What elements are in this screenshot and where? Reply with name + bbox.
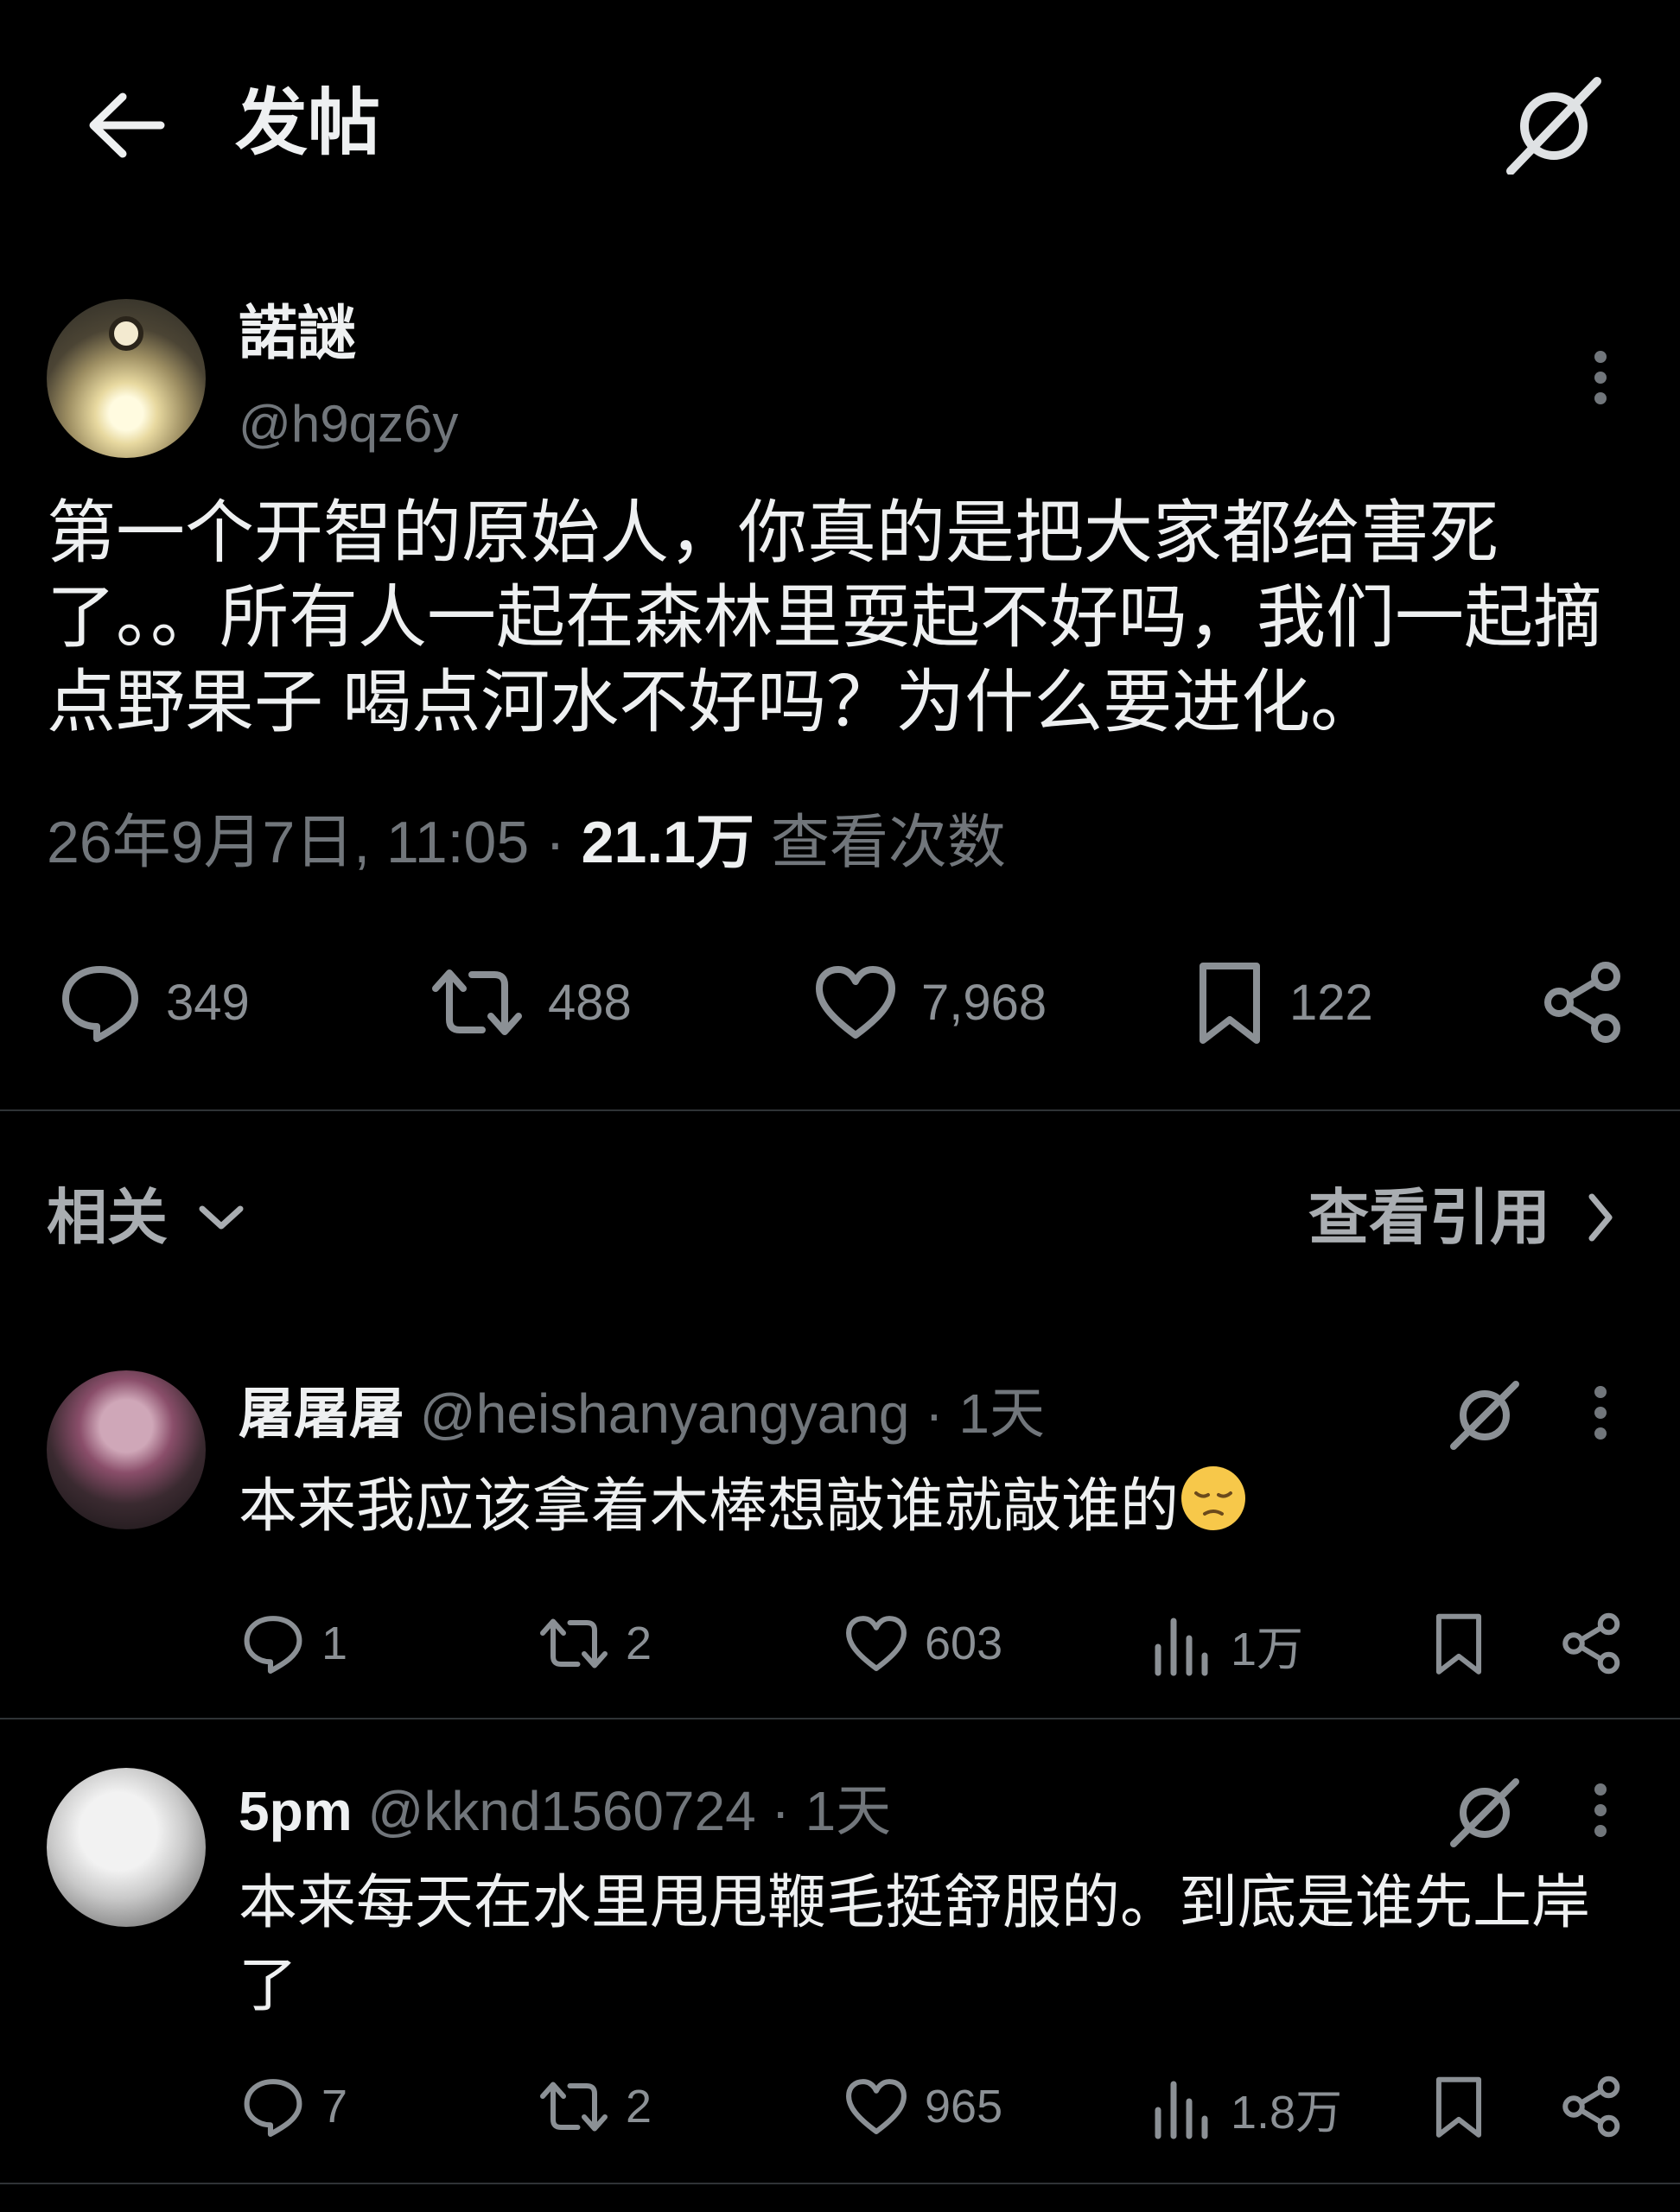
reply-header: 5pm @kknd1560724 · 1天 [239, 1777, 891, 1846]
analytics-icon [1155, 1618, 1208, 1675]
divider [0, 1109, 1680, 1111]
repost-count: 2 [626, 2081, 652, 2133]
related-label: 相关 [47, 1184, 168, 1251]
view-quotes-link[interactable]: 查看引用 [1308, 1179, 1616, 1256]
post-meta: 26年9月7日, 11:05 · 21.1万 查看次数 [47, 804, 1006, 881]
chevron-down-icon [199, 1205, 244, 1230]
heart-icon [846, 1616, 907, 1671]
reply-button[interactable]: 7 [240, 2074, 347, 2139]
reply-count: 7 [321, 2081, 348, 2133]
share-icon [1562, 1612, 1620, 1675]
grok-icon[interactable] [1504, 74, 1604, 175]
heart-icon [816, 966, 895, 1039]
repost-icon [540, 1618, 608, 1669]
analytics-icon [1155, 2081, 1208, 2139]
like-count: 965 [925, 2081, 1003, 2133]
reply-button[interactable]: 349 [57, 959, 250, 1046]
like-button[interactable]: 7,968 [812, 959, 1047, 1046]
reply-text-content: 本来我应该拿着木棒想敲谁就敲谁的 [239, 1473, 1180, 1539]
reply-icon [62, 966, 138, 1042]
author-handle[interactable]: @h9qz6y [239, 394, 458, 454]
bookmark-icon [1435, 1613, 1482, 1675]
like-count: 7,968 [921, 974, 1047, 1031]
view-count[interactable]: 21.1万 [582, 810, 754, 875]
divider [0, 1718, 1680, 1719]
reply-handle[interactable]: @heishanyangyang [420, 1382, 910, 1445]
reply-dot: · [771, 1780, 790, 1842]
more-options-icon[interactable] [1590, 1384, 1611, 1441]
more-options-icon[interactable] [1590, 1782, 1611, 1839]
author-display-name[interactable]: 諾謎 [239, 299, 356, 368]
heart-icon [846, 2079, 907, 2134]
more-options-icon[interactable] [1590, 349, 1611, 406]
avatar[interactable] [47, 1768, 206, 1927]
like-button[interactable]: 603 [843, 1611, 1002, 1676]
post-date: 26年9月7日, 11:05 [47, 810, 530, 875]
reply-time[interactable]: 1天 [958, 1382, 1045, 1445]
repost-icon [432, 969, 522, 1035]
view-quotes-label: 查看引用 [1308, 1184, 1550, 1251]
grok-icon[interactable] [1448, 1377, 1521, 1450]
reply-time[interactable]: 1天 [805, 1780, 892, 1842]
reply-header: 屠屠屠 @heishanyangyang · 1天 [239, 1379, 1045, 1448]
reply-count: 1 [321, 1618, 348, 1669]
views-button[interactable]: 1.8万 [1149, 2074, 1342, 2142]
repost-count: 2 [626, 1618, 652, 1669]
reply-text: 本来我应该拿着木棒想敲谁就敲谁的 [239, 1464, 1621, 1548]
bookmark-icon [1200, 963, 1260, 1044]
post-text: 第一个开智的原始人，你真的是把大家都给害死了。。所有人一起在森林里耍起不好吗，我… [47, 494, 1602, 741]
view-count-label: 查看次数 [770, 810, 1006, 875]
page-title: 发帖 [235, 82, 381, 163]
reply-button[interactable]: 1 [240, 1611, 347, 1676]
avatar[interactable] [47, 1370, 206, 1529]
share-button[interactable] [1561, 2074, 1623, 2139]
avatar[interactable] [47, 299, 206, 458]
repost-button[interactable]: 488 [429, 959, 632, 1046]
reply-dot: · [925, 1382, 944, 1445]
view-count: 1万 [1231, 1624, 1304, 1675]
pensive-face-icon [1181, 1466, 1246, 1530]
repost-count: 488 [548, 974, 632, 1031]
reply-text: 本来每天在水里甩甩鞭毛挺舒服的。到底是谁先上岸了 [239, 1870, 1591, 2018]
share-icon [1562, 2075, 1620, 2138]
bookmark-icon [1435, 2076, 1482, 2138]
view-count: 1.8万 [1231, 2087, 1343, 2139]
bookmark-button[interactable]: 122 [1193, 959, 1373, 1046]
reply-count: 349 [166, 974, 250, 1031]
bookmark-count: 122 [1289, 974, 1373, 1031]
reply-display-name[interactable]: 5pm [239, 1780, 353, 1842]
repost-icon [540, 2082, 608, 2132]
views-button[interactable]: 1万 [1149, 1611, 1303, 1679]
related-dropdown[interactable]: 相关 [47, 1179, 245, 1256]
like-count: 603 [925, 1618, 1003, 1669]
share-button[interactable] [1561, 1611, 1623, 1676]
grok-icon[interactable] [1448, 1775, 1521, 1847]
divider [0, 2183, 1680, 2184]
chevron-right-icon [1588, 1193, 1613, 1242]
meta-separator: · [545, 810, 565, 875]
back-arrow-icon[interactable] [85, 85, 166, 166]
share-icon [1544, 962, 1620, 1043]
bookmark-button[interactable] [1431, 1611, 1486, 1676]
reply-icon [244, 2079, 302, 2137]
reply-display-name[interactable]: 屠屠屠 [239, 1382, 404, 1445]
share-button[interactable] [1542, 959, 1625, 1046]
repost-button[interactable]: 2 [538, 2074, 652, 2139]
repost-button[interactable]: 2 [538, 1611, 652, 1676]
reply-handle[interactable]: @kknd1560724 [367, 1780, 755, 1842]
bookmark-button[interactable] [1431, 2074, 1486, 2139]
reply-icon [244, 1616, 302, 1674]
like-button[interactable]: 965 [843, 2074, 1002, 2139]
